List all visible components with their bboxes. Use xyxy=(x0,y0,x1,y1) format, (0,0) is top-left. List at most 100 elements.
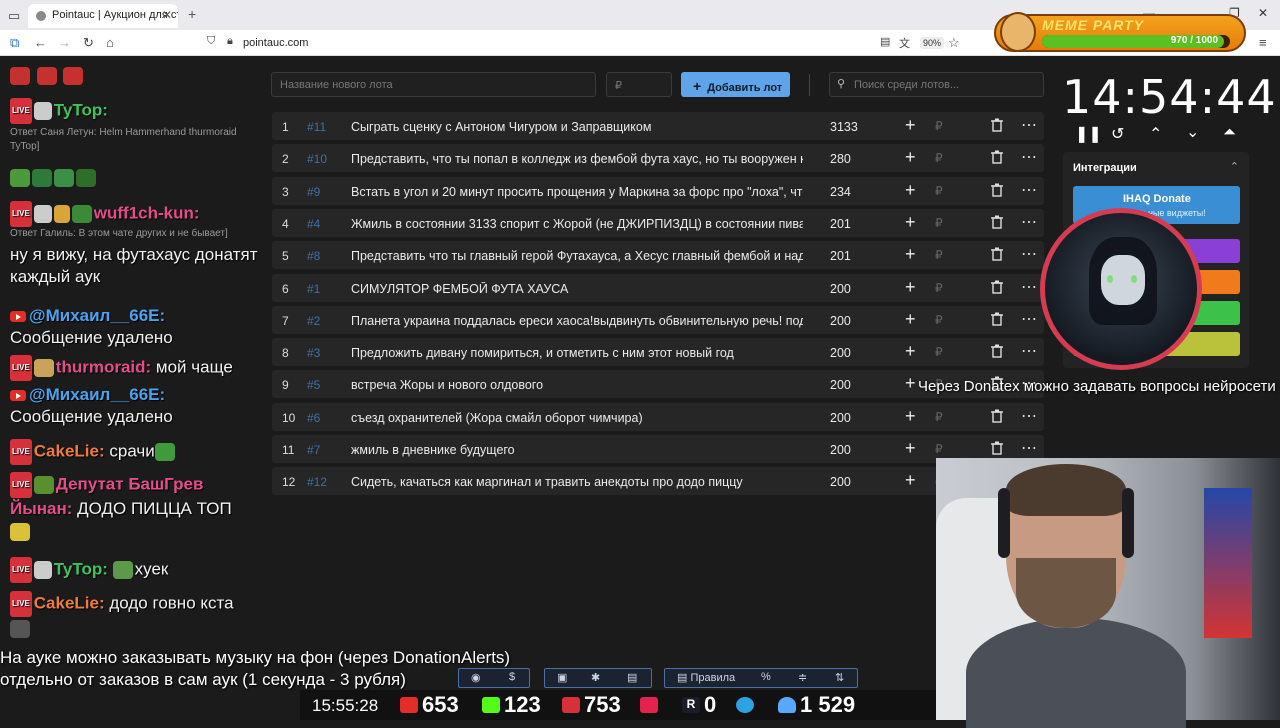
forward-icon[interactable]: → xyxy=(58,35,71,50)
more-icon[interactable]: ⋯ xyxy=(1021,147,1037,167)
collapse-icon[interactable]: ⌃ xyxy=(1230,160,1239,173)
add-amount-icon[interactable]: + xyxy=(905,180,916,201)
more-icon[interactable]: ⋯ xyxy=(1021,212,1037,232)
add-amount-icon[interactable]: + xyxy=(905,115,916,136)
percent-button[interactable]: % xyxy=(761,671,771,683)
add-amount-icon[interactable]: + xyxy=(905,470,916,491)
more-icon[interactable]: ⋯ xyxy=(1021,180,1037,200)
new-tab-icon[interactable]: + xyxy=(188,6,196,22)
dollar-icon[interactable]: $ xyxy=(509,671,515,683)
close-tab-icon[interactable]: ✕ xyxy=(162,8,172,22)
bookmark-star-icon[interactable]: ☆ xyxy=(948,35,960,51)
more-icon[interactable]: ⋯ xyxy=(1021,341,1037,361)
new-lot-input[interactable]: Название нового лота xyxy=(271,72,596,97)
lot-name[interactable]: съезд охранителей (Жора смайл оборот чим… xyxy=(351,411,803,425)
split-icon[interactable]: ≑ xyxy=(798,671,807,684)
add-amount-icon[interactable]: + xyxy=(905,341,916,362)
lot-name[interactable]: Планета украина поддалась ереси хаоса!вы… xyxy=(351,314,803,328)
reader-icon[interactable]: ▤ xyxy=(880,35,890,48)
trash-icon[interactable] xyxy=(991,118,1003,132)
lot-name[interactable]: встреча Жоры и нового олдового xyxy=(351,378,803,392)
lot-name[interactable]: СИМУЛЯТОР ФЕМБОЙ ФУТА ХАУСА xyxy=(351,282,803,296)
lot-name[interactable]: Предложить дивану помириться, и отметить… xyxy=(351,346,803,360)
add-amount-icon[interactable]: + xyxy=(905,309,916,330)
more-icon[interactable]: ⋯ xyxy=(1021,309,1037,329)
lot-row[interactable]: 5 #8 Представить что ты главный герой Фута… xyxy=(272,241,1044,270)
more-icon[interactable]: ⋯ xyxy=(1021,438,1037,458)
trash-icon[interactable] xyxy=(991,183,1003,197)
sidebar-icon[interactable]: ⧉ xyxy=(10,35,19,51)
lot-row[interactable]: 2 #10 Представить, что ты попал в колледж … xyxy=(272,144,1044,173)
github-icon[interactable]: ◉ xyxy=(471,671,481,684)
trash-icon[interactable] xyxy=(991,344,1003,358)
lot-name[interactable]: жмиль в дневнике будущего xyxy=(351,443,803,457)
more-icon[interactable]: ⋯ xyxy=(1021,115,1037,135)
pause-icon[interactable]: ❚❚ xyxy=(1075,124,1102,144)
bug-icon[interactable]: ✱ xyxy=(591,671,600,684)
close-window-icon[interactable]: ✕ xyxy=(1258,6,1268,20)
add-amount-icon[interactable]: + xyxy=(905,277,916,298)
lot-amount[interactable]: 200 xyxy=(830,443,851,457)
trash-icon[interactable] xyxy=(991,312,1003,326)
menu-icon[interactable]: ≡ xyxy=(1259,35,1267,50)
lot-row[interactable]: 11 #7 жмиль в дневнике будущего 200 + ₽ ⋯ xyxy=(272,435,1044,463)
lot-amount[interactable]: 3133 xyxy=(830,120,858,134)
lot-row[interactable]: 3 #9 Встать в угол и 20 минут просить прощ… xyxy=(272,176,1044,205)
chevron-up-icon[interactable]: ⌃ xyxy=(1149,124,1162,144)
lot-amount[interactable]: 200 xyxy=(830,282,851,296)
ruble-icon[interactable]: ₽ xyxy=(935,442,943,456)
lot-row[interactable]: 4 #4 Жмиль в состоянии 3133 спорит с Жорой… xyxy=(272,208,1044,237)
add-amount-icon[interactable]: + xyxy=(905,147,916,168)
ruble-icon[interactable]: ₽ xyxy=(935,119,943,133)
url-field[interactable]: pointauc.com xyxy=(243,37,308,49)
add-amount-icon[interactable]: + xyxy=(905,406,916,427)
save-icon[interactable]: ▣ xyxy=(557,671,567,684)
lot-name[interactable]: Сидеть, качаться как маргинал и травить … xyxy=(351,475,803,489)
rules-button[interactable]: ▤ Правила xyxy=(677,671,735,684)
home-icon[interactable]: ⌂ xyxy=(106,35,114,50)
back-icon[interactable]: ← xyxy=(34,35,47,50)
ruble-icon[interactable]: ₽ xyxy=(935,248,943,262)
translate-icon[interactable]: 文 xyxy=(899,35,910,51)
ruble-icon[interactable]: ₽ xyxy=(935,216,943,230)
lot-amount[interactable]: 200 xyxy=(830,475,851,489)
reload-icon[interactable]: ↻ xyxy=(83,35,94,51)
add-amount-icon[interactable]: + xyxy=(905,438,916,459)
lot-name[interactable]: Представить что ты главный герой Футахау… xyxy=(351,249,803,263)
add-amount-icon[interactable]: + xyxy=(905,244,916,265)
lot-amount[interactable]: 200 xyxy=(830,346,851,360)
ruble-icon[interactable]: ₽ xyxy=(935,184,943,198)
trash-icon[interactable] xyxy=(991,441,1003,455)
lot-row[interactable]: 12 #12 Сидеть, качаться как маргинал и тра… xyxy=(272,467,1044,496)
more-icon[interactable]: ⋯ xyxy=(1021,277,1037,297)
ruble-icon[interactable]: ₽ xyxy=(935,345,943,359)
lot-name[interactable]: Жмиль в состоянии 3133 спорит с Жорой (н… xyxy=(351,217,803,231)
lot-amount-input[interactable]: ₽ xyxy=(606,72,672,97)
lot-name[interactable]: Сыграть сценку с Антоном Чигуром и Запра… xyxy=(351,120,803,134)
reset-icon[interactable]: ↺ xyxy=(1111,124,1124,144)
add-amount-icon[interactable]: + xyxy=(905,373,916,394)
lot-name[interactable]: Встать в угол и 20 минут просить прощени… xyxy=(351,185,803,199)
lot-amount[interactable]: 200 xyxy=(830,378,851,392)
lot-amount[interactable]: 200 xyxy=(830,314,851,328)
more-icon[interactable]: ⋯ xyxy=(1021,406,1037,426)
ruble-icon[interactable]: ₽ xyxy=(935,313,943,327)
lot-amount[interactable]: 201 xyxy=(830,249,851,263)
more-icon[interactable]: ⋯ xyxy=(1021,244,1037,264)
ruble-icon[interactable]: ₽ xyxy=(935,410,943,424)
history-icon[interactable]: ▤ xyxy=(627,671,637,684)
lot-row[interactable]: 6 #1 СИМУЛЯТОР ФЕМБОЙ ФУТА ХАУСА 200 + ₽ ⋯ xyxy=(272,273,1044,302)
lot-amount[interactable]: 280 xyxy=(830,152,851,166)
trash-icon[interactable] xyxy=(991,280,1003,294)
lot-amount[interactable]: 200 xyxy=(830,411,851,425)
add-lot-button[interactable]: + Добавить лот xyxy=(681,72,790,97)
lot-row[interactable]: 1 #11 Сыграть сценку с Антоном Чигуром и З… xyxy=(272,112,1044,140)
lot-row[interactable]: 10 #6 съезд охранителей (Жора смайл оборот… xyxy=(272,402,1044,431)
lot-amount[interactable]: 234 xyxy=(830,185,851,199)
trash-icon[interactable] xyxy=(991,150,1003,164)
trash-icon[interactable] xyxy=(991,247,1003,261)
browser-tab[interactable]: Pointauc | Аукцион для стримера ✕ xyxy=(28,4,178,28)
lot-row[interactable]: 7 #2 Планета украина поддалась ереси хаоса… xyxy=(272,305,1044,334)
tab-list-icon[interactable]: ▭ xyxy=(8,8,20,24)
ruble-icon[interactable]: ₽ xyxy=(935,281,943,295)
